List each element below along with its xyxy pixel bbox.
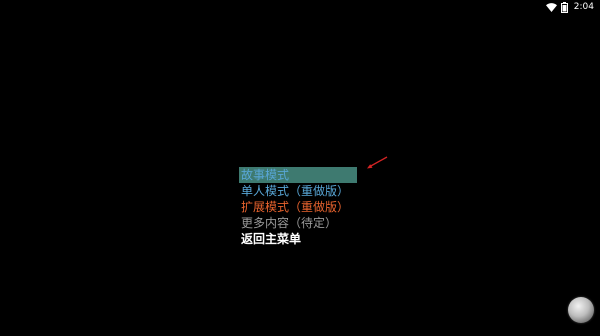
menu-item-label: 单人模式（重做版） xyxy=(241,184,350,198)
status-bar: 2:04 xyxy=(545,0,600,14)
red-arrow-icon xyxy=(366,155,388,174)
menu-item-story-mode[interactable]: 故事模式 xyxy=(239,167,357,183)
game-mode-menu: 故事模式 单人模式（重做版） 扩展模式（重做版） 更多内容（待定） 返回主菜单 xyxy=(239,167,379,247)
menu-item-label: 扩展模式（重做版） xyxy=(241,200,350,214)
menu-item-label: 更多内容（待定） xyxy=(241,216,338,230)
menu-item-extended-mode[interactable]: 扩展模式（重做版） xyxy=(239,199,379,215)
menu-item-return-main-menu[interactable]: 返回主菜单 xyxy=(239,231,379,247)
game-screen: 2:04 故事模式 单人模式（重做版） 扩展模式（重做版） 更多内容（待定） 返… xyxy=(0,0,600,336)
battery-icon xyxy=(560,1,568,13)
menu-item-more-content[interactable]: 更多内容（待定） xyxy=(239,215,379,231)
menu-item-label: 故事模式 xyxy=(241,168,290,182)
wifi-icon xyxy=(545,2,557,12)
menu-item-single-player-mode[interactable]: 单人模式（重做版） xyxy=(239,183,379,199)
assistive-touch-icon[interactable] xyxy=(568,297,594,323)
status-time: 2:04 xyxy=(573,2,594,12)
menu-item-label: 返回主菜单 xyxy=(241,232,302,246)
